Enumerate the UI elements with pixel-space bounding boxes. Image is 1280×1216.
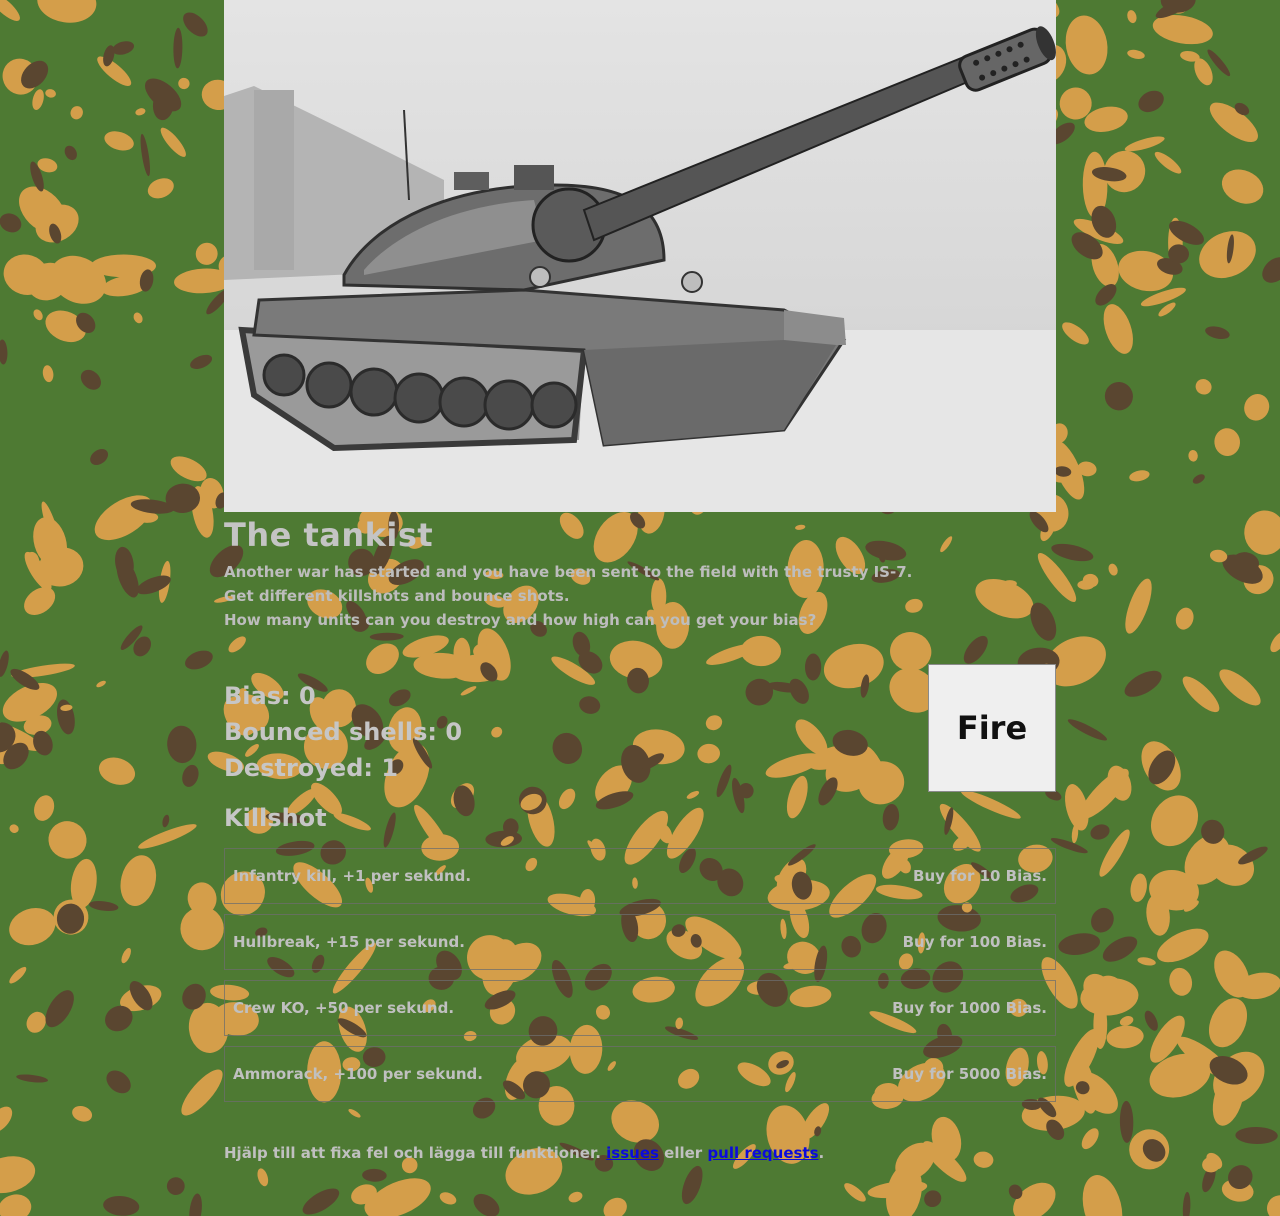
page-title: The tankist	[224, 516, 434, 554]
issues-link[interactable]: issues	[606, 1144, 659, 1162]
intro-line: Get different killshots and bounce shots…	[224, 587, 570, 605]
footer-text-middle: eller	[658, 1144, 708, 1162]
destroyed-counter: Destroyed: 1	[224, 754, 399, 782]
fire-button[interactable]: Fire	[928, 664, 1056, 792]
upgrade-hullbreak[interactable]: Hullbreak, +15 per sekund. Buy for 100 B…	[224, 914, 1056, 970]
upgrade-price: Buy for 100 Bias.	[902, 933, 1047, 951]
upgrade-price: Buy for 10 Bias.	[913, 867, 1047, 885]
footer-text: Hjälp till att fixa fel och lägga till f…	[224, 1144, 1056, 1162]
upgrade-price: Buy for 1000 Bias.	[892, 999, 1047, 1017]
intro-line: How many units can you destroy and how h…	[224, 611, 817, 629]
footer-text-after: .	[818, 1144, 825, 1162]
page-container: The tankist Another war has started and …	[224, 0, 1056, 1162]
intro-text: Another war has started and you have bee…	[224, 560, 1056, 632]
bounced-shells-counter: Bounced shells: 0	[224, 718, 463, 746]
upgrade-name: Crew KO, +50 per sekund.	[233, 999, 455, 1017]
upgrade-name: Infantry kill, +1 per sekund.	[233, 867, 472, 885]
footer-text-before: Hjälp till att fixa fel och lägga till f…	[224, 1144, 607, 1162]
stats-panel: Bias: 0 Bounced shells: 0 Destroyed: 1	[224, 678, 462, 786]
killshot-heading: Killshot	[224, 804, 327, 832]
pull-requests-link[interactable]: pull requests	[707, 1144, 818, 1162]
intro-line: Another war has started and you have bee…	[224, 563, 913, 581]
upgrade-crew-ko[interactable]: Crew KO, +50 per sekund. Buy for 1000 Bi…	[224, 980, 1056, 1036]
killshot-list: Infantry kill, +1 per sekund. Buy for 10…	[224, 848, 1056, 1112]
upgrade-price: Buy for 5000 Bias.	[892, 1065, 1047, 1083]
bias-counter: Bias: 0	[224, 682, 316, 710]
tank-image	[224, 0, 1056, 512]
upgrade-ammorack[interactable]: Ammorack, +100 per sekund. Buy for 5000 …	[224, 1046, 1056, 1102]
upgrade-infantry-kill[interactable]: Infantry kill, +1 per sekund. Buy for 10…	[224, 848, 1056, 904]
upgrade-name: Hullbreak, +15 per sekund.	[233, 933, 465, 951]
upgrade-name: Ammorack, +100 per sekund.	[233, 1065, 483, 1083]
